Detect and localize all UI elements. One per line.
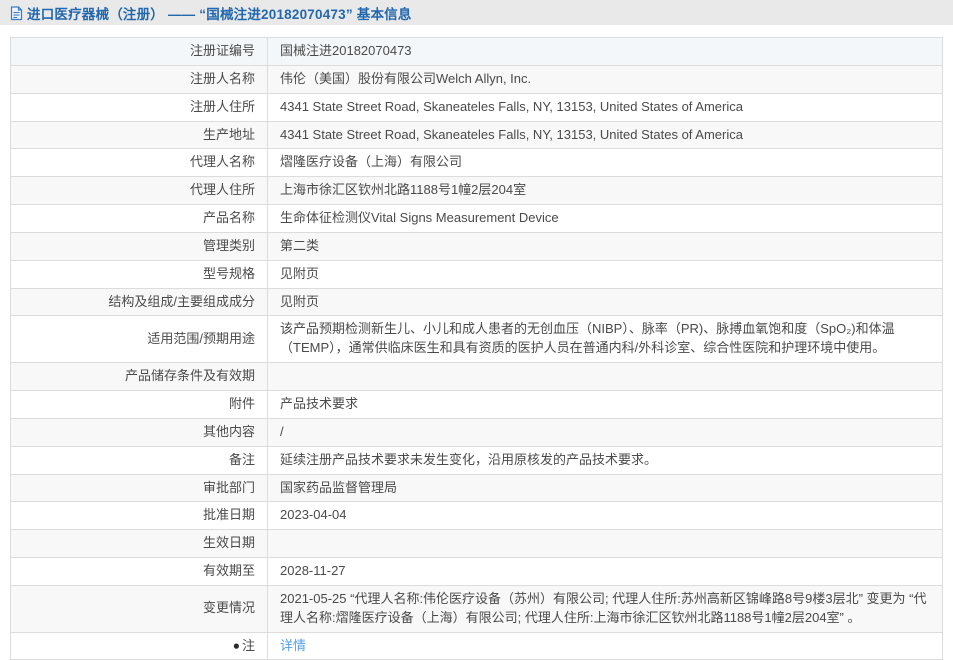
row-value: 2021-05-25 “代理人名称:伟伦医疗设备（苏州）有限公司; 代理人住所:… xyxy=(268,585,943,632)
row-value: 4341 State Street Road, Skaneateles Fall… xyxy=(268,93,943,121)
title-bar: 进口医疗器械（注册） —— “国械注进20182070473” 基本信息 xyxy=(0,0,953,25)
row-value: 2028-11-27 xyxy=(268,558,943,586)
table-row: 注册人住所 4341 State Street Road, Skaneatele… xyxy=(11,93,943,121)
table-row: 备注 延续注册产品技术要求未发生变化，沿用原核发的产品技术要求。 xyxy=(11,446,943,474)
table-row: 产品储存条件及有效期 xyxy=(11,363,943,391)
note-pin-icon: ● xyxy=(233,637,240,654)
row-label: 代理人住所 xyxy=(11,177,268,205)
document-icon xyxy=(10,6,23,21)
row-label: 产品储存条件及有效期 xyxy=(11,363,268,391)
row-value: 国家药品监督管理局 xyxy=(268,474,943,502)
row-label: 产品名称 xyxy=(11,205,268,233)
table-row: 型号规格 见附页 xyxy=(11,260,943,288)
row-value: 产品技术要求 xyxy=(268,390,943,418)
row-label: 生效日期 xyxy=(11,530,268,558)
row-value: 延续注册产品技术要求未发生变化，沿用原核发的产品技术要求。 xyxy=(268,446,943,474)
table-row: 注册证编号 国械注进20182070473 xyxy=(11,38,943,66)
row-label: 其他内容 xyxy=(11,418,268,446)
table-row: 产品名称 生命体征检测仪Vital Signs Measurement Devi… xyxy=(11,205,943,233)
row-value: 第二类 xyxy=(268,232,943,260)
table-row: 附件 产品技术要求 xyxy=(11,390,943,418)
row-label: 备注 xyxy=(11,446,268,474)
table-row: 生产地址 4341 State Street Road, Skaneateles… xyxy=(11,121,943,149)
registration-info-table-wrap: 注册证编号 国械注进20182070473 注册人名称 伟伦（美国）股份有限公司… xyxy=(10,37,943,660)
row-label-note: ●注 xyxy=(11,632,268,660)
row-label: 管理类别 xyxy=(11,232,268,260)
row-value: 见附页 xyxy=(268,288,943,316)
row-label: 审批部门 xyxy=(11,474,268,502)
table-row: 代理人名称 熠隆医疗设备（上海）有限公司 xyxy=(11,149,943,177)
note-label: 注 xyxy=(242,638,255,653)
table-row: 管理类别 第二类 xyxy=(11,232,943,260)
table-row: 其他内容 / xyxy=(11,418,943,446)
row-value: 2023-04-04 xyxy=(268,502,943,530)
row-label: 结构及组成/主要组成成分 xyxy=(11,288,268,316)
row-label: 有效期至 xyxy=(11,558,268,586)
table-row: 生效日期 xyxy=(11,530,943,558)
row-label: 注册证编号 xyxy=(11,38,268,66)
row-value: 该产品预期检测新生儿、小儿和成人患者的无创血压（NIBP）、脉率（PR)、脉搏血… xyxy=(268,316,943,363)
details-link[interactable]: 详情 xyxy=(280,638,306,653)
row-value: 国械注进20182070473 xyxy=(268,38,943,66)
row-value: 4341 State Street Road, Skaneateles Fall… xyxy=(268,121,943,149)
row-label: 注册人名称 xyxy=(11,65,268,93)
table-row: 变更情况 2021-05-25 “代理人名称:伟伦医疗设备（苏州）有限公司; 代… xyxy=(11,585,943,632)
row-label: 型号规格 xyxy=(11,260,268,288)
table-row: 代理人住所 上海市徐汇区钦州北路1188号1幢2层204室 xyxy=(11,177,943,205)
row-label: 代理人名称 xyxy=(11,149,268,177)
table-row: 适用范围/预期用途 该产品预期检测新生儿、小儿和成人患者的无创血压（NIBP）、… xyxy=(11,316,943,363)
row-value xyxy=(268,363,943,391)
row-label: 批准日期 xyxy=(11,502,268,530)
row-value: 见附页 xyxy=(268,260,943,288)
row-label: 注册人住所 xyxy=(11,93,268,121)
row-value: / xyxy=(268,418,943,446)
row-value-note: 详情 xyxy=(268,632,943,660)
row-label: 生产地址 xyxy=(11,121,268,149)
table-row: 注册人名称 伟伦（美国）股份有限公司Welch Allyn, Inc. xyxy=(11,65,943,93)
table-row: 批准日期 2023-04-04 xyxy=(11,502,943,530)
registration-info-table: 注册证编号 国械注进20182070473 注册人名称 伟伦（美国）股份有限公司… xyxy=(10,37,943,660)
row-label: 变更情况 xyxy=(11,585,268,632)
page-title: 进口医疗器械（注册） —— “国械注进20182070473” 基本信息 xyxy=(27,3,412,23)
row-value xyxy=(268,530,943,558)
row-value: 生命体征检测仪Vital Signs Measurement Device xyxy=(268,205,943,233)
row-value: 伟伦（美国）股份有限公司Welch Allyn, Inc. xyxy=(268,65,943,93)
table-row: 有效期至 2028-11-27 xyxy=(11,558,943,586)
table-row: 审批部门 国家药品监督管理局 xyxy=(11,474,943,502)
row-label: 适用范围/预期用途 xyxy=(11,316,268,363)
table-row-note: ●注 详情 xyxy=(11,632,943,660)
table-row: 结构及组成/主要组成成分 见附页 xyxy=(11,288,943,316)
row-value: 上海市徐汇区钦州北路1188号1幢2层204室 xyxy=(268,177,943,205)
row-value: 熠隆医疗设备（上海）有限公司 xyxy=(268,149,943,177)
row-label: 附件 xyxy=(11,390,268,418)
